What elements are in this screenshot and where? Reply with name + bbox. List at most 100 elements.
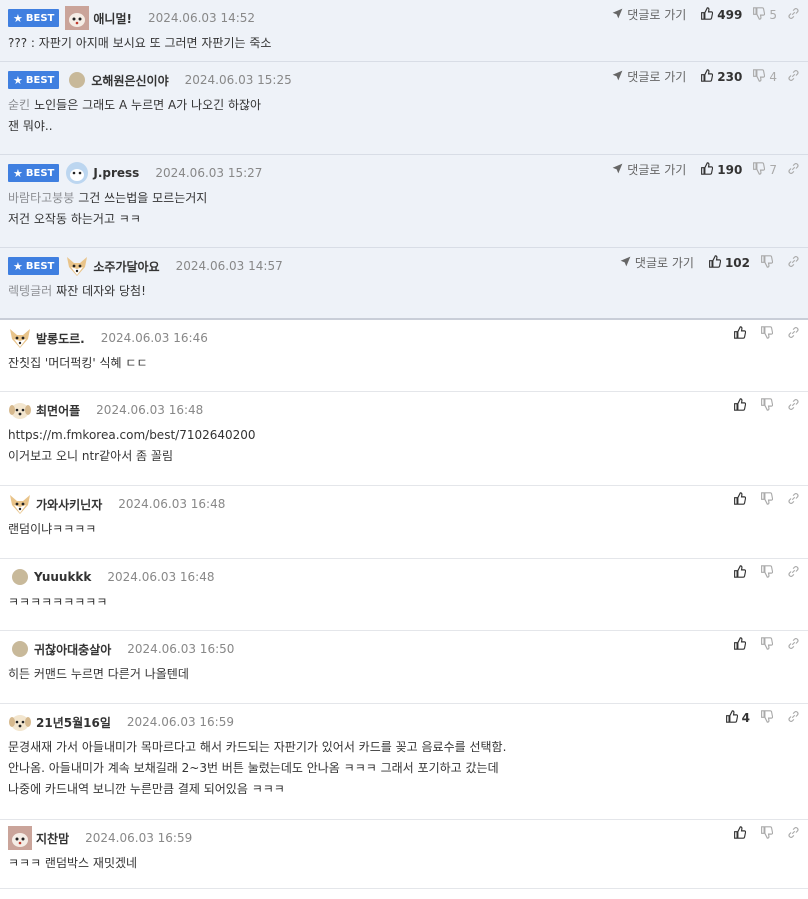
author-name[interactable]: 애니멀!	[93, 10, 132, 27]
best-badge: ★ BEST	[8, 257, 60, 275]
upvote-button[interactable]	[733, 326, 750, 342]
downvote-button[interactable]	[760, 826, 777, 842]
upvote-button[interactable]: 4	[725, 710, 750, 726]
upvote-button[interactable]	[733, 637, 750, 653]
copy-link-button[interactable]	[787, 398, 800, 414]
copy-link-button[interactable]	[787, 69, 800, 85]
copy-link-button[interactable]	[787, 7, 800, 23]
downvote-button[interactable]	[760, 398, 777, 414]
thumbs-down-icon	[760, 710, 773, 726]
comment-date: 2024.06.03 16:59	[85, 831, 193, 845]
comment-header: 가와사키닌자 2024.06.03 16:48	[8, 486, 808, 515]
link-icon	[787, 69, 800, 85]
downvote-button[interactable]	[760, 637, 777, 653]
comment-date: 2024.06.03 14:52	[147, 11, 256, 25]
comment-line: 숟킨 노인들은 그래도 A 누르면 A가 나오긴 하잖아	[8, 98, 262, 112]
author-name[interactable]: 오해원은신이야	[91, 72, 168, 89]
author-name[interactable]: 발롱도르.	[36, 330, 85, 347]
avatar	[65, 6, 90, 30]
thumbs-down-icon	[760, 398, 773, 414]
comment-body: 문경새재 가서 아들내미가 목마르다고 해서 카드되는 자판기가 있어서 카드를…	[8, 733, 808, 808]
reply-target[interactable]: 숟킨	[8, 98, 30, 112]
avatar	[12, 641, 28, 657]
comment-header: 발롱도르. 2024.06.03 16:46	[8, 320, 808, 349]
downvote-button[interactable]	[760, 565, 777, 581]
go-to-reply-button[interactable]: 댓글로 가기	[611, 161, 686, 178]
author-name[interactable]: 가와사키닌자	[36, 496, 102, 513]
upvote-button[interactable]	[733, 565, 750, 581]
comment-actions	[733, 398, 800, 414]
downvote-button[interactable]: 7	[752, 161, 777, 178]
thumbs-down-icon	[760, 254, 773, 271]
arrow-icon	[611, 7, 624, 23]
author-name[interactable]: J.press	[93, 166, 139, 180]
copy-link-button[interactable]	[787, 710, 800, 726]
copy-link-button[interactable]	[787, 255, 800, 271]
go-to-reply-button[interactable]: 댓글로 가기	[619, 254, 694, 271]
author-name[interactable]: 귀찮아대충살아	[34, 641, 111, 658]
best-comment: ★ BEST J.press 2024.06.03 15:27 바람타고붕붕 그건 쓰는법…	[0, 155, 808, 248]
author-name[interactable]: 소주가달아요	[93, 258, 159, 275]
author-name[interactable]: 21년5월16일	[36, 714, 111, 731]
upvote-button[interactable]	[733, 492, 750, 508]
go-to-reply-button[interactable]: 댓글로 가기	[611, 6, 686, 23]
comment-actions: 4	[725, 710, 800, 726]
author-name[interactable]: 최면어플	[36, 402, 80, 419]
comment-body: 히든 커맨드 누르면 다른거 나올텐데	[8, 660, 808, 693]
comment-header: Yuuukkk 2024.06.03 16:48	[8, 559, 808, 588]
copy-link-button[interactable]	[787, 326, 800, 342]
upvote-button[interactable]: 499	[700, 6, 742, 23]
downvote-button[interactable]	[760, 326, 777, 342]
upvote-button[interactable]: 230	[700, 68, 742, 85]
star-icon: ★	[13, 166, 23, 180]
arrow-icon	[611, 162, 624, 178]
upvote-button[interactable]: 102	[708, 254, 750, 271]
comment: 최면어플 2024.06.03 16:48 https://m.fmkorea.co…	[0, 392, 808, 486]
comment: Yuuukkk 2024.06.03 16:48 ㅋㅋㅋㅋㅋㅋㅋㅋㅋ	[0, 559, 808, 631]
thumbs-up-icon	[733, 398, 746, 414]
comment-date: 2024.06.03 14:57	[175, 259, 283, 273]
downvote-button[interactable]	[760, 492, 777, 508]
downvote-button[interactable]: 4	[752, 68, 777, 85]
comment-line: 이거보고 오니 ntr같아서 좀 꼴림	[8, 449, 173, 463]
avatar	[8, 492, 32, 516]
author-name[interactable]: Yuuukkk	[34, 570, 91, 584]
comment-actions	[733, 565, 800, 581]
comment-date: 2024.06.03 15:25	[184, 73, 292, 87]
star-icon: ★	[13, 11, 23, 25]
comment-date: 2024.06.03 15:27	[155, 166, 263, 180]
reply-target[interactable]: 렉텡글러	[8, 284, 52, 298]
link-icon	[787, 162, 800, 178]
upvote-button[interactable]	[733, 398, 750, 414]
avatar	[65, 161, 89, 185]
reply-target[interactable]: 바람타고붕붕	[8, 191, 74, 205]
comment: 지찬맘 2024.06.03 16:59 ㅋㅋㅋ 랜덤박스 재밋겠네	[0, 820, 808, 889]
thumbs-down-icon	[760, 637, 773, 653]
upvote-button[interactable]	[733, 826, 750, 842]
copy-link-button[interactable]	[787, 637, 800, 653]
best-comment: ★ BEST 애니멀! 2024.06.03 14:52 ??? : 자판기 아지매 보…	[0, 0, 808, 62]
arrow-icon	[619, 255, 632, 271]
thumbs-up-icon	[700, 6, 714, 23]
star-icon: ★	[13, 259, 23, 273]
upvote-button[interactable]: 190	[700, 161, 742, 178]
downvote-button[interactable]	[760, 254, 777, 271]
comment-line: 저건 오작동 하는거고 ㅋㅋ	[8, 212, 141, 226]
comment: 가와사키닌자 2024.06.03 16:48 랜덤이냐ㅋㅋㅋㅋ	[0, 486, 808, 559]
copy-link-button[interactable]	[787, 492, 800, 508]
downvote-button[interactable]	[760, 710, 777, 726]
comment-body: 바람타고붕붕 그건 쓰는법을 모르는거지 저건 오작동 하는거고 ㅋㅋ	[8, 184, 808, 238]
comment-body: ㅋㅋㅋ 랜덤박스 재밋겠네	[8, 849, 808, 882]
link-icon	[787, 826, 800, 842]
go-to-reply-button[interactable]: 댓글로 가기	[611, 68, 686, 85]
copy-link-button[interactable]	[787, 162, 800, 178]
comment-list: ★ BEST 애니멀! 2024.06.03 14:52 ??? : 자판기 아지매 보…	[0, 0, 808, 889]
copy-link-button[interactable]	[787, 826, 800, 842]
author-name[interactable]: 지찬맘	[36, 830, 69, 847]
copy-link-button[interactable]	[787, 565, 800, 581]
comment-header: 지찬맘 2024.06.03 16:59	[8, 820, 808, 850]
comment-line: 랜덤이냐ㅋㅋㅋㅋ	[8, 522, 97, 536]
thumbs-down-icon	[760, 326, 773, 342]
comment-date: 2024.06.03 16:50	[127, 642, 235, 656]
downvote-button[interactable]: 5	[752, 6, 777, 23]
